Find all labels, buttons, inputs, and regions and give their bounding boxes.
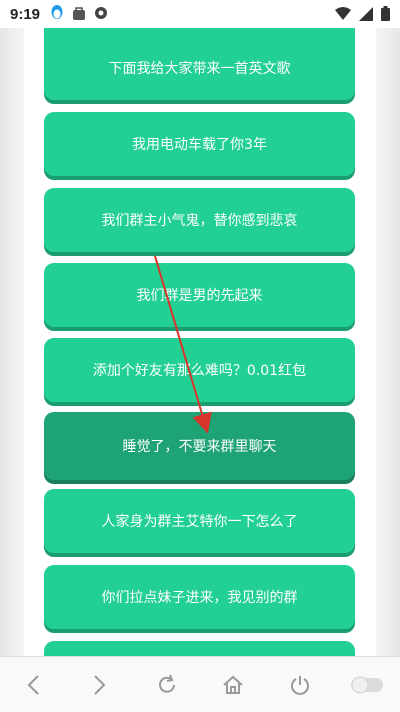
list-item-partial[interactable] [44,641,355,656]
toggle-icon[interactable] [347,665,387,705]
signal-icon [359,6,373,25]
list-item-label: 人家身为群主艾特你一下怎么了 [101,514,298,530]
list-item[interactable]: 添加个好友有那么难吗？0.01红包 [44,338,355,402]
content-page[interactable]: 下面我给大家带来一首英文歌 我用电动车载了你3年 我们群主小气鬼，替你感到悲哀 … [24,28,376,656]
circle-badge-icon [94,5,108,24]
list-item-active[interactable]: 睡觉了，不要来群里聊天 [44,412,355,480]
browser-bottom-nav [0,656,400,712]
wifi-icon [335,6,351,25]
power-icon[interactable] [280,665,320,705]
list-item-label: 我们群主小气鬼，替你感到悲哀 [101,213,298,229]
page-side-shadow-left [0,28,24,656]
home-icon[interactable] [213,665,253,705]
list-item-label: 你们拉点妹子进来，我见别的群 [101,590,298,606]
list-item[interactable]: 下面我给大家带来一首英文歌 [44,36,355,100]
page-side-shadow-right [376,28,400,656]
back-icon[interactable] [13,665,53,705]
status-time: 9:19 [10,5,41,23]
list-item[interactable]: 人家身为群主艾特你一下怎么了 [44,489,355,553]
list-item[interactable]: 我们群是男的先起来 [44,263,355,327]
list-item-label: 睡觉了，不要来群里聊天 [122,439,277,455]
list-item[interactable]: 我们群主小气鬼，替你感到悲哀 [44,188,355,252]
list-item[interactable]: 你们拉点妹子进来，我见别的群 [44,565,355,629]
notification-icons [50,4,108,24]
status-bar: 9:19 [0,0,400,28]
list-item[interactable]: 我用电动车载了你3年 [44,112,355,176]
forward-icon[interactable] [80,665,120,705]
list-item-label: 我们群是男的先起来 [136,288,263,304]
system-icons [335,6,390,25]
list-item-label: 添加个好友有那么难吗？0.01红包 [92,363,307,379]
battery-icon [381,6,390,25]
bag-icon [72,5,86,24]
list-item-label: 我用电动车载了你3年 [132,137,267,153]
refresh-icon[interactable] [147,665,187,705]
qq-penguin-icon [50,4,64,24]
list-item-label: 下面我给大家带来一首英文歌 [108,61,291,77]
